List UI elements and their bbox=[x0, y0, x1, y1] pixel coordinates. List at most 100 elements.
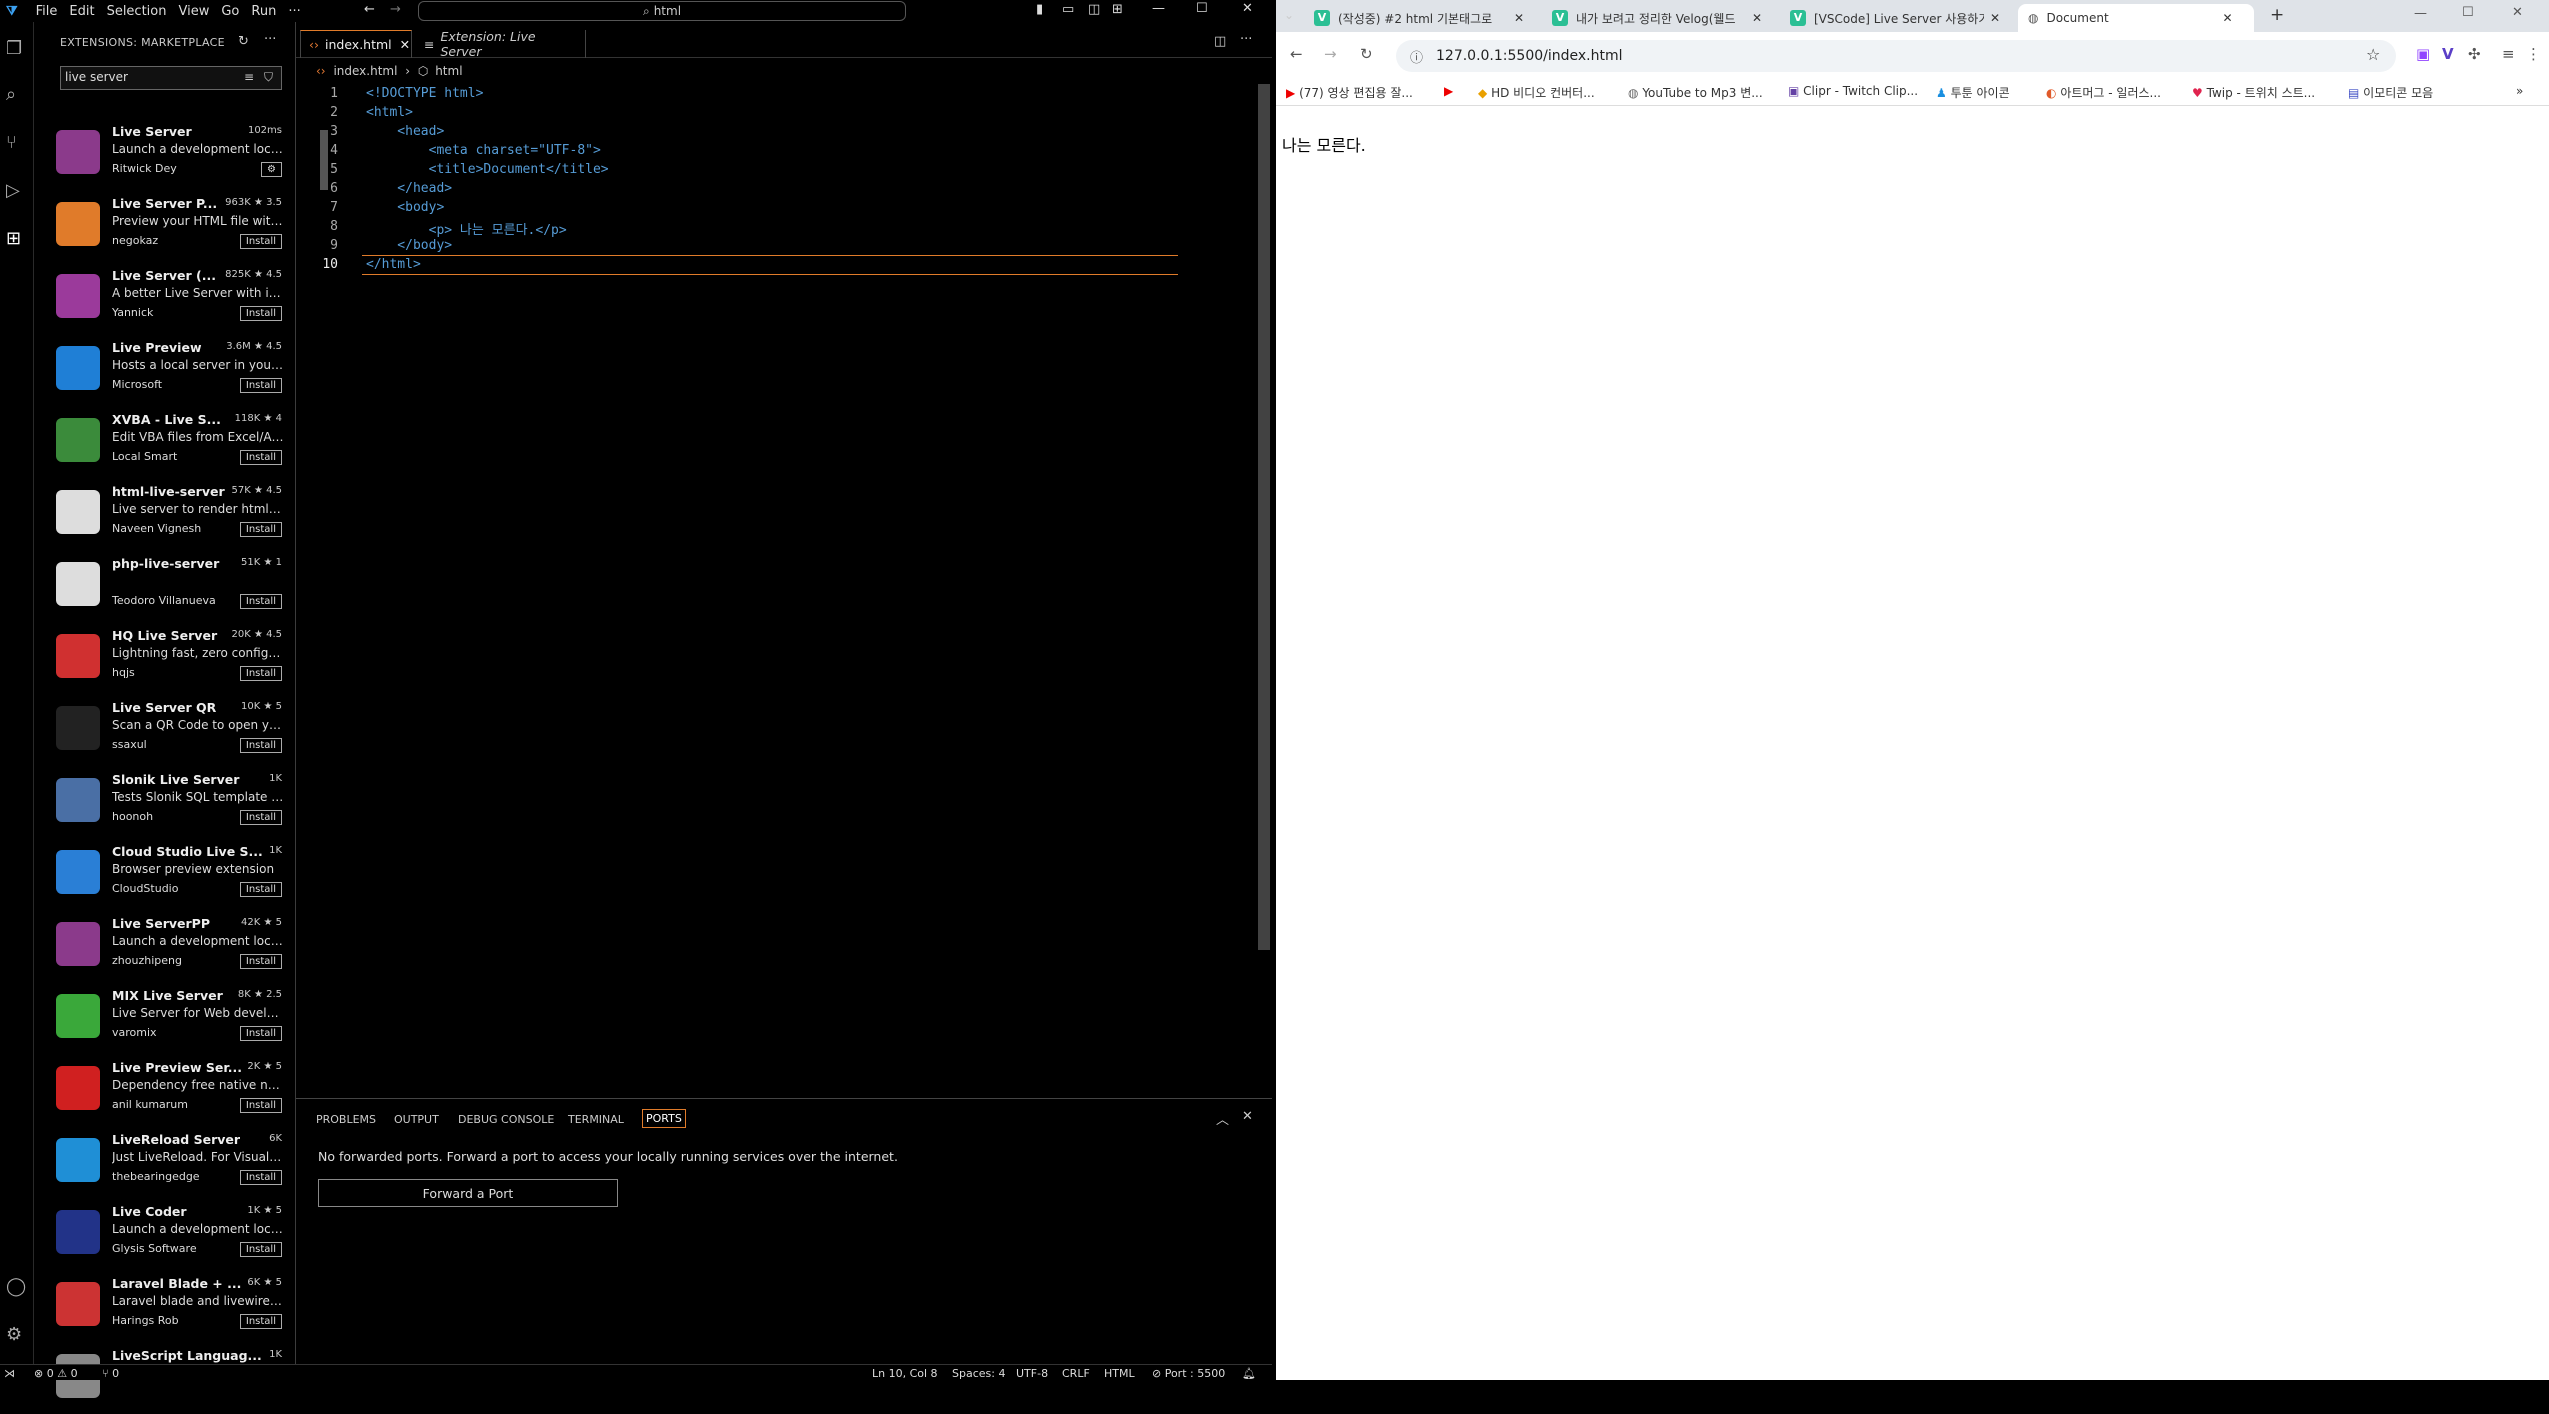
reading-list-icon[interactable]: ≡ bbox=[2502, 45, 2515, 63]
install-button[interactable]: Install bbox=[239, 522, 282, 537]
back-arrow-icon[interactable]: ← bbox=[364, 2, 375, 17]
site-info-icon[interactable]: ⓘ bbox=[1410, 47, 1423, 66]
account-icon[interactable]: ◯ bbox=[6, 1276, 28, 1298]
extension-item[interactable]: php-live-server 51K ★ 1 Teodoro Villanueva… bbox=[34, 550, 296, 622]
panel-tab-debug-console[interactable]: DEBUG CONSOLE bbox=[458, 1113, 554, 1126]
install-button[interactable]: Install bbox=[239, 378, 282, 393]
bookmark-item[interactable]: ◍ YouTube to Mp3 변... bbox=[1628, 84, 1763, 101]
extensions-puzzle-icon[interactable]: ✣ bbox=[2468, 45, 2481, 63]
breadcrumb-symbol[interactable]: html bbox=[435, 64, 462, 78]
extension-item[interactable]: Live Server (... 825K ★ 4.5 A better Live … bbox=[34, 262, 296, 334]
browser-close-icon[interactable]: ✕ bbox=[2512, 5, 2523, 20]
menu-more[interactable]: ··· bbox=[288, 4, 300, 19]
bookmark-item[interactable]: ▶ bbox=[1444, 84, 1453, 98]
extension-item[interactable]: XVBA - Live S... 118K ★ 4 Edit VBA files f… bbox=[34, 406, 296, 478]
bookmark-item[interactable]: ◆ HD 비디오 컨버터... bbox=[1478, 84, 1595, 101]
editor-scrollbar[interactable] bbox=[1258, 84, 1270, 950]
install-button[interactable]: Install bbox=[239, 450, 282, 465]
ports-status[interactable]: ⑂ 0 bbox=[102, 1367, 119, 1380]
install-button[interactable]: Install bbox=[239, 810, 282, 825]
extension-item[interactable]: html-live-server 57K ★ 4.5 Live server to … bbox=[34, 478, 296, 550]
encoding[interactable]: UTF-8 bbox=[1016, 1367, 1048, 1380]
forward-port-button[interactable]: Forward a Port bbox=[318, 1179, 618, 1207]
install-button[interactable]: Install bbox=[239, 954, 282, 969]
panel-tab-ports[interactable]: PORTS bbox=[642, 1109, 686, 1128]
minimize-icon[interactable]: — bbox=[1152, 1, 1165, 16]
menu-selection[interactable]: Selection bbox=[107, 4, 167, 19]
extension-item[interactable]: Live Server QR 10K ★ 5 Scan a QR Code to o… bbox=[34, 694, 296, 766]
source-control-icon[interactable]: ⑂ bbox=[6, 132, 28, 154]
bookmark-item[interactable]: ▤ 이모티콘 모음 bbox=[2348, 84, 2433, 101]
browser-menu-icon[interactable]: ⋮ bbox=[2526, 45, 2541, 63]
browser-minimize-icon[interactable]: — bbox=[2414, 6, 2427, 21]
extension-item[interactable]: HQ Live Server 20K ★ 4.5 Lightning fast, z… bbox=[34, 622, 296, 694]
run-debug-icon[interactable]: ▷ bbox=[6, 180, 28, 202]
install-button[interactable]: Install bbox=[239, 234, 282, 249]
close-tab-icon[interactable]: ✕ bbox=[1990, 11, 2000, 25]
panel-tab-problems[interactable]: PROBLEMS bbox=[316, 1113, 376, 1126]
install-button[interactable]: Install bbox=[239, 1098, 282, 1113]
reload-icon[interactable]: ↻ bbox=[1360, 45, 1373, 63]
back-icon[interactable]: ← bbox=[1290, 45, 1303, 63]
extensions-icon[interactable]: ⊞ bbox=[6, 228, 28, 250]
address-bar[interactable]: ⓘ 127.0.0.1:5500/index.html ☆ bbox=[1396, 40, 2396, 72]
live-server-status[interactable]: ⊘ Port : 5500 bbox=[1152, 1367, 1225, 1380]
refresh-icon[interactable]: ↻ bbox=[238, 34, 249, 49]
extension-item[interactable]: LiveReload Server 6K Just LiveReload. For … bbox=[34, 1126, 296, 1198]
menu-go[interactable]: Go bbox=[221, 4, 239, 19]
maximize-icon[interactable]: ☐ bbox=[1196, 1, 1208, 16]
language-mode[interactable]: HTML bbox=[1104, 1367, 1135, 1380]
customize-layout-icon[interactable]: ⊞ bbox=[1112, 2, 1123, 17]
extension-item[interactable]: Live Preview 3.6M ★ 4.5 Hosts a local serv… bbox=[34, 334, 296, 406]
extension-item[interactable]: MIX Live Server 8K ★ 2.5 Live Server for W… bbox=[34, 982, 296, 1054]
install-button[interactable]: Install bbox=[239, 594, 282, 609]
install-button[interactable]: Install bbox=[239, 1314, 282, 1329]
browser-tab-2[interactable]: V 내가 보려고 정리한 Velog(웰드 ✕ bbox=[1542, 4, 1778, 32]
menu-file[interactable]: File bbox=[36, 4, 58, 19]
menu-edit[interactable]: Edit bbox=[69, 4, 94, 19]
editor-more-icon[interactable]: ··· bbox=[1240, 32, 1252, 47]
extension-item[interactable]: Slonik Live Server 1K Tests Slonik SQL tem… bbox=[34, 766, 296, 838]
notifications-icon[interactable]: 🔔︎ bbox=[1242, 1367, 1256, 1380]
bookmark-item[interactable]: ♟ 투툰 아이콘 bbox=[1936, 84, 2010, 101]
extension-item[interactable]: Laravel Blade + ... 6K ★ 5 Laravel blade a… bbox=[34, 1270, 296, 1342]
close-icon[interactable]: ✕ bbox=[1242, 1, 1253, 16]
indentation[interactable]: Spaces: 4 bbox=[952, 1367, 1005, 1380]
command-center[interactable]: ⌕ html bbox=[418, 1, 906, 21]
toggle-secondary-sidebar-icon[interactable]: ◫ bbox=[1088, 2, 1100, 17]
extension-item[interactable]: Live ServerPP 42K ★ 5 Launch a development… bbox=[34, 910, 296, 982]
split-editor-icon[interactable]: ◫ bbox=[1214, 34, 1226, 49]
close-tab-icon[interactable]: ✕ bbox=[400, 37, 410, 52]
close-panel-icon[interactable]: ✕ bbox=[1242, 1109, 1253, 1124]
toggle-panel-icon[interactable]: ▭ bbox=[1062, 2, 1074, 17]
panel-tab-terminal[interactable]: TERMINAL bbox=[568, 1113, 624, 1126]
extension-item[interactable]: Cloud Studio Live S... 1K Browser preview … bbox=[34, 838, 296, 910]
twitch-extension-icon[interactable]: ▣ bbox=[2416, 45, 2430, 63]
extension-item[interactable]: Live Server 102ms Launch a development loc… bbox=[34, 118, 296, 190]
forward-icon[interactable]: → bbox=[1324, 45, 1337, 63]
bookmark-star-icon[interactable]: ☆ bbox=[2366, 45, 2380, 64]
more-actions-icon[interactable]: ··· bbox=[264, 32, 276, 47]
forward-arrow-icon[interactable]: → bbox=[390, 2, 401, 17]
close-tab-icon[interactable]: ✕ bbox=[2222, 11, 2232, 25]
toggle-sidebar-icon[interactable]: ▮ bbox=[1036, 2, 1043, 17]
manage-gear-icon[interactable]: ⚙ bbox=[261, 162, 282, 177]
cursor-position[interactable]: Ln 10, Col 8 bbox=[872, 1367, 938, 1380]
menu-run[interactable]: Run bbox=[251, 4, 276, 19]
bookmark-item[interactable]: ◐ 아트머그 - 일러스... bbox=[2046, 84, 2161, 101]
install-button[interactable]: Install bbox=[239, 306, 282, 321]
maximize-panel-icon[interactable]: ︿ bbox=[1216, 1109, 1229, 1128]
extension-item[interactable]: Live Server P... 963K ★ 3.5 Preview your H… bbox=[34, 190, 296, 262]
close-tab-icon[interactable]: ✕ bbox=[1514, 11, 1524, 25]
new-tab-icon[interactable]: + bbox=[2270, 5, 2284, 25]
explorer-icon[interactable]: ❐ bbox=[6, 38, 28, 60]
install-button[interactable]: Install bbox=[239, 738, 282, 753]
line-ending[interactable]: CRLF bbox=[1062, 1367, 1090, 1380]
menu-view[interactable]: View bbox=[178, 4, 209, 19]
v-extension-icon[interactable]: V bbox=[2442, 45, 2454, 63]
install-button[interactable]: Install bbox=[239, 1170, 282, 1185]
extension-item[interactable]: Live Coder 1K ★ 5 Launch a development loc… bbox=[34, 1198, 296, 1270]
close-tab-icon[interactable]: ✕ bbox=[1752, 11, 1762, 25]
tab-search-icon[interactable]: ⌄ bbox=[1284, 8, 1294, 22]
install-button[interactable]: Install bbox=[239, 882, 282, 897]
